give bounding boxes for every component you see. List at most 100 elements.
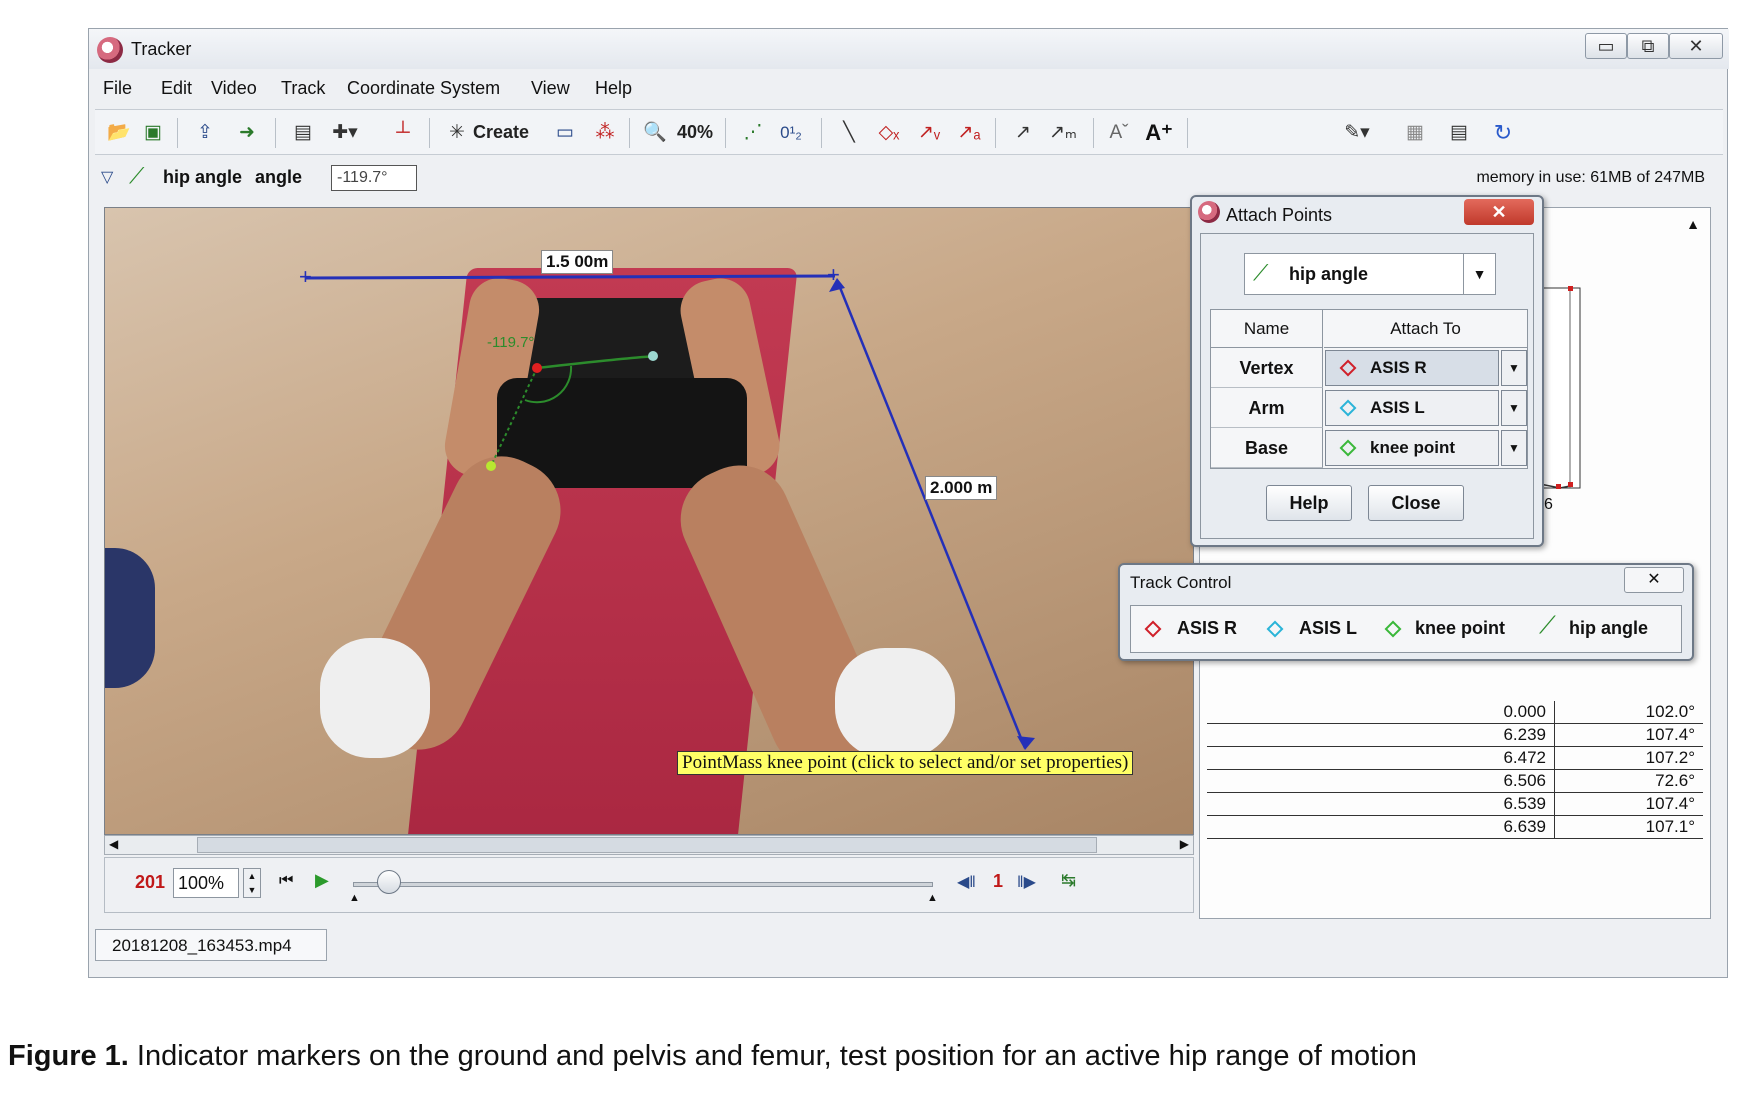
track-knee-point[interactable]: knee point xyxy=(1415,618,1505,639)
loop-icon[interactable]: ↹ xyxy=(1061,870,1076,891)
expand-arrow-icon[interactable]: ▽ xyxy=(101,167,113,187)
menu-help[interactable]: Help xyxy=(595,78,632,99)
close-icon[interactable]: ✕ xyxy=(1624,567,1684,593)
track-icon[interactable]: ⁂ xyxy=(591,120,619,146)
zoom-level[interactable]: 40% xyxy=(677,122,713,143)
data-table[interactable]: 0.000 102.0° 6.239 107.4° 6.472 107.2° 6… xyxy=(1207,701,1703,843)
zoom-spinner[interactable]: 100% xyxy=(173,868,239,898)
angle-cell: 107.4° xyxy=(1645,725,1695,744)
step-back-icon[interactable]: ◀‖ xyxy=(957,872,976,892)
video-view[interactable]: + + 1.5 00m 2.000 m -119.7° PointMass kn… xyxy=(104,207,1194,835)
menu-video[interactable]: Video xyxy=(211,78,257,99)
chevron-down-icon[interactable]: ▼ xyxy=(1501,430,1527,466)
create-button[interactable]: Create xyxy=(473,122,529,143)
print-icon[interactable]: ▤ xyxy=(1445,120,1473,146)
chevron-down-icon[interactable]: ▼ xyxy=(1501,350,1527,386)
help-button[interactable]: Help xyxy=(1266,485,1352,521)
zoom-stepper-icon[interactable]: ▲ ▼ xyxy=(243,868,261,898)
start-marker-icon[interactable]: ▲ xyxy=(349,892,360,904)
open-icon[interactable]: 📂 xyxy=(105,120,133,146)
open-video-icon[interactable]: ⇪ xyxy=(191,120,219,146)
save-icon[interactable]: ▣ xyxy=(139,120,167,146)
track-asis-r[interactable]: ASIS R xyxy=(1177,618,1237,639)
dialog-close-icon[interactable]: ✕ xyxy=(1464,199,1534,225)
acceleration-icon[interactable]: ↗ₐ xyxy=(955,120,983,146)
trail-icon[interactable]: ⋰ xyxy=(739,120,767,146)
table-row[interactable]: 6.506 72.6° xyxy=(1207,770,1703,793)
notes-icon[interactable]: ▦ xyxy=(1401,120,1429,146)
chevron-down-icon[interactable]: ▼ xyxy=(1501,390,1527,426)
tape-measure-horizontal[interactable] xyxy=(304,274,836,280)
protractor-base[interactable] xyxy=(490,367,538,467)
mass-momentum-icon[interactable]: ↗ₘ xyxy=(1049,120,1077,146)
slider-thumb[interactable] xyxy=(377,870,401,894)
chevron-down-icon[interactable]: ▼ xyxy=(1463,254,1495,294)
zoom-icon[interactable]: 🔍 xyxy=(641,120,669,146)
track-asis-l[interactable]: ASIS L xyxy=(1299,618,1357,639)
maximize-button[interactable]: ⧉ xyxy=(1627,33,1669,59)
memory-status: memory in use: 61MB of 247MB xyxy=(1476,169,1705,186)
table-row[interactable]: 0.000 102.0° xyxy=(1207,701,1703,724)
velocity-icon[interactable]: ↗ᵥ xyxy=(915,120,943,146)
track-select[interactable]: ⟋ hip angle ▼ xyxy=(1244,253,1496,295)
menu-view[interactable]: View xyxy=(531,78,570,99)
angle-label: angle xyxy=(255,167,303,187)
collapse-icon[interactable]: ▲ xyxy=(1686,216,1700,232)
file-tab[interactable]: 20181208_163453.mp4 xyxy=(95,929,327,961)
scroll-left-icon[interactable]: ◀ xyxy=(109,837,118,851)
path-icon[interactable]: ╲ xyxy=(835,120,863,146)
menu-file[interactable]: File xyxy=(103,78,132,99)
coordinate-axes-icon[interactable]: ✚▾ xyxy=(331,120,359,146)
frame-number[interactable]: 201 xyxy=(135,872,165,893)
mass-icon[interactable]: ◇ₓ xyxy=(875,120,903,146)
play-icon[interactable]: ▶ xyxy=(315,870,329,891)
end-marker-icon[interactable]: ▲ xyxy=(927,892,938,904)
close-dialog-button[interactable]: Close xyxy=(1368,485,1464,521)
scroll-thumb[interactable] xyxy=(197,837,1097,853)
step-size[interactable]: 1 xyxy=(993,871,1003,892)
pencil-icon[interactable]: ✎▾ xyxy=(1343,120,1371,146)
knee-point[interactable] xyxy=(486,461,496,471)
horizontal-scrollbar[interactable]: ◀ ▶ xyxy=(104,835,1194,855)
tape-measure-diagonal[interactable] xyxy=(835,279,1027,749)
labels-icon[interactable]: 0¹₂ xyxy=(777,120,805,146)
close-button[interactable]: ✕ xyxy=(1669,33,1723,59)
length-label-horizontal[interactable]: 1.5 00m xyxy=(541,250,614,274)
refresh-icon[interactable]: ↻ xyxy=(1489,120,1517,146)
angle-cell: 107.1° xyxy=(1645,817,1695,836)
font-smaller-icon[interactable]: Aˇ xyxy=(1105,120,1133,146)
toolbar-separator xyxy=(275,118,276,148)
table-row[interactable]: 6.472 107.2° xyxy=(1207,747,1703,770)
asis-l-point[interactable] xyxy=(648,351,658,361)
export-icon[interactable]: ➜ xyxy=(233,120,261,146)
table-row[interactable]: 6.539 107.4° xyxy=(1207,793,1703,816)
tape-measure-icon[interactable]: ┴ xyxy=(389,120,417,146)
asis-r-point[interactable] xyxy=(532,363,542,373)
angle-field[interactable]: -119.7° xyxy=(331,165,417,191)
measurement-overlay: + + xyxy=(299,262,1035,750)
length-label-diagonal[interactable]: 2.000 m xyxy=(925,476,998,500)
protractor-arm[interactable] xyxy=(536,354,658,370)
table-row[interactable]: 6.239 107.4° xyxy=(1207,724,1703,747)
menu-edit[interactable]: Edit xyxy=(161,78,192,99)
calibration-icon[interactable]: ▭ xyxy=(551,120,579,146)
go-to-start-icon[interactable]: ⏮ xyxy=(279,872,293,890)
frame-slider[interactable] xyxy=(353,882,933,887)
track-name[interactable]: hip angle xyxy=(163,167,242,188)
scroll-right-icon[interactable]: ▶ xyxy=(1180,837,1189,851)
time-cell: 6.239 xyxy=(1207,724,1555,747)
attach-vertex-select[interactable]: ASIS R xyxy=(1325,350,1499,386)
menu-coordinate-system[interactable]: Coordinate System xyxy=(347,78,500,99)
attach-arm-select[interactable]: ASIS L xyxy=(1325,390,1499,426)
tape-end-marker[interactable]: + xyxy=(299,264,312,289)
track-hip-angle[interactable]: hip angle xyxy=(1569,618,1648,639)
step-forward-icon[interactable]: ‖▶ xyxy=(1017,872,1036,892)
attach-base-select[interactable]: knee point xyxy=(1325,430,1499,466)
font-larger-icon[interactable]: A⁺ xyxy=(1145,120,1173,146)
clip-settings-icon[interactable]: ▤ xyxy=(289,120,317,146)
menu-track[interactable]: Track xyxy=(281,78,325,99)
create-icon[interactable]: ✳ xyxy=(443,120,471,146)
minimize-button[interactable]: ▭ xyxy=(1585,33,1627,59)
momentum-icon[interactable]: ↗ xyxy=(1009,120,1037,146)
table-row[interactable]: 6.639 107.1° xyxy=(1207,816,1703,839)
